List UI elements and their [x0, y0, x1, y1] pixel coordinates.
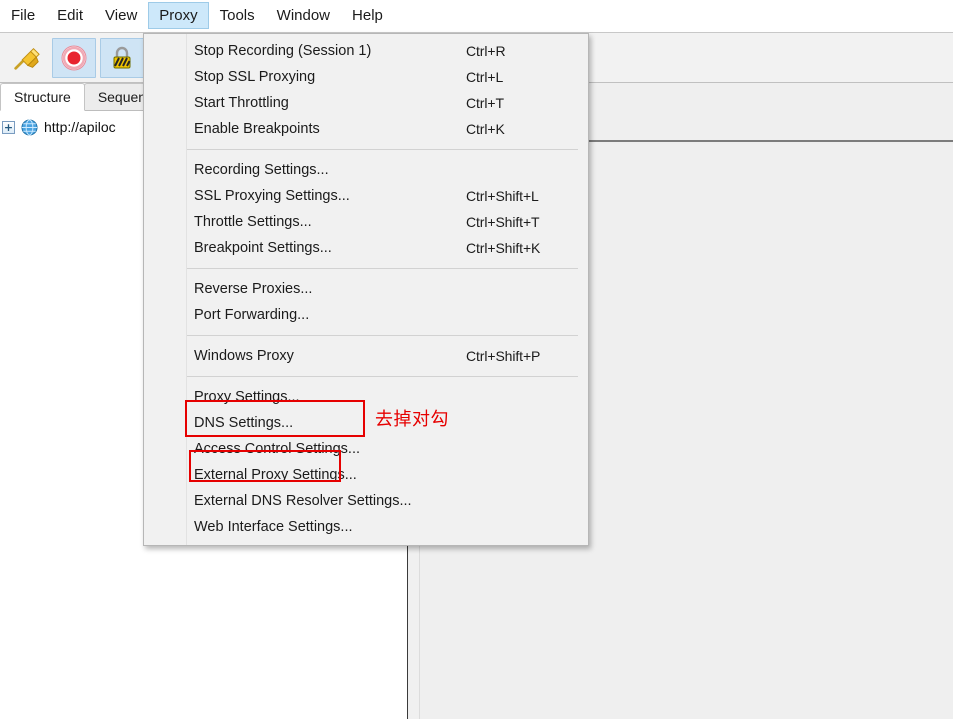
menubar-item-help[interactable]: Help: [341, 2, 394, 29]
menubar-item-label: Edit: [57, 7, 84, 24]
menubar-item-view[interactable]: View: [94, 2, 148, 29]
globe-icon: [21, 118, 38, 136]
menu-enable-breakpoints[interactable]: Enable Breakpoints Ctrl+K: [144, 116, 588, 142]
menu-external-dns-resolver-settings[interactable]: External DNS Resolver Settings...: [144, 488, 588, 514]
menu-recording-settings[interactable]: Recording Settings...: [144, 157, 588, 183]
menu-throttle-settings[interactable]: Throttle Settings... Ctrl+Shift+T: [144, 209, 588, 235]
menu-item-label: Stop SSL Proxying: [194, 69, 316, 85]
menubar-item-label: View: [105, 7, 138, 24]
menu-stop-ssl-proxying[interactable]: Stop SSL Proxying Ctrl+L: [144, 64, 588, 90]
menu-item-label: Enable Breakpoints: [194, 121, 320, 137]
record-button[interactable]: [52, 37, 96, 78]
menu-item-label: Reverse Proxies...: [194, 281, 313, 297]
clear-session-button[interactable]: [4, 38, 48, 78]
menubar-item-label: Help: [352, 7, 383, 24]
menubar-item-edit[interactable]: Edit: [46, 2, 94, 29]
menu-web-interface-settings[interactable]: Web Interface Settings...: [144, 514, 588, 540]
menu-windows-proxy[interactable]: Windows Proxy Ctrl+Shift+P: [144, 343, 588, 369]
menu-item-label: Windows Proxy: [194, 348, 294, 364]
menu-item-accelerator: Ctrl+Shift+P: [466, 348, 541, 364]
menu-reverse-proxies[interactable]: Reverse Proxies...: [144, 276, 588, 302]
menu-item-accelerator: Ctrl+R: [466, 43, 506, 59]
tab-label: Structure: [14, 89, 71, 105]
menubar-item-file[interactable]: File: [0, 2, 46, 29]
menu-port-forwarding[interactable]: Port Forwarding...: [144, 302, 588, 328]
menu-separator: [187, 376, 578, 377]
menu-item-accelerator: Ctrl+L: [466, 69, 504, 85]
tab-label: Sequen: [97, 89, 147, 105]
menu-item-label: Proxy Settings...: [194, 389, 300, 405]
menu-item-label: External DNS Resolver Settings...: [194, 493, 412, 509]
menu-external-proxy-settings[interactable]: External Proxy Settings...: [144, 462, 588, 488]
menu-separator: [187, 335, 578, 336]
tab-structure[interactable]: Structure: [0, 83, 85, 111]
menu-item-label: Web Interface Settings...: [194, 519, 353, 535]
menu-access-control-settings[interactable]: Access Control Settings...: [144, 436, 588, 462]
menu-item-label: SSL Proxying Settings...: [194, 188, 350, 204]
menu-dns-settings[interactable]: DNS Settings...: [144, 410, 588, 436]
menu-item-accelerator: Ctrl+K: [466, 121, 505, 137]
menu-breakpoint-settings[interactable]: Breakpoint Settings... Ctrl+Shift+K: [144, 235, 588, 261]
annotation-note-text: 去掉对勾: [375, 409, 449, 430]
menu-separator: [187, 268, 578, 269]
menu-stop-recording[interactable]: Stop Recording (Session 1) Ctrl+R: [144, 38, 588, 64]
menu-item-accelerator: Ctrl+Shift+K: [466, 240, 541, 256]
menu-item-label: Stop Recording (Session 1): [194, 43, 372, 59]
menubar-item-tools[interactable]: Tools: [209, 2, 266, 29]
menubar-item-label: Tools: [219, 7, 255, 24]
menu-start-throttling[interactable]: Start Throttling Ctrl+T: [144, 90, 588, 116]
ssl-proxying-button[interactable]: [100, 37, 144, 78]
menubar-item-label: Proxy: [159, 7, 198, 24]
menu-proxy-settings[interactable]: Proxy Settings...: [144, 384, 588, 410]
menu-item-accelerator: Ctrl+Shift+L: [466, 188, 539, 204]
proxy-dropdown-menu: Stop Recording (Session 1) Ctrl+R Stop S…: [143, 33, 589, 546]
menu-item-accelerator: Ctrl+Shift+T: [466, 214, 540, 230]
app-window: File Edit View Proxy Tools Window Help S…: [0, 0, 953, 719]
menu-item-label: Throttle Settings...: [194, 214, 312, 230]
menu-item-label: DNS Settings...: [194, 415, 294, 431]
expand-toggle-icon[interactable]: +: [2, 120, 15, 134]
menu-ssl-proxying-settings[interactable]: SSL Proxying Settings... Ctrl+Shift+L: [144, 183, 588, 209]
menu-item-label: External Proxy Settings...: [194, 467, 357, 483]
menu-item-accelerator: Ctrl+T: [466, 95, 504, 111]
lock-icon: [113, 46, 131, 68]
menu-separator: [187, 149, 578, 150]
menu-item-label: Start Throttling: [194, 95, 289, 111]
menu-item-label: Port Forwarding...: [194, 307, 310, 323]
menubar-item-proxy[interactable]: Proxy: [148, 2, 209, 29]
menu-item-label: Recording Settings...: [194, 162, 329, 178]
menu-item-label: Access Control Settings...: [194, 441, 361, 457]
menu-item-label: Breakpoint Settings...: [194, 240, 332, 256]
menubar-item-window[interactable]: Window: [266, 2, 341, 29]
record-icon: [61, 45, 87, 70]
menubar: File Edit View Proxy Tools Window Help: [0, 0, 953, 33]
menubar-item-label: Window: [276, 7, 331, 24]
broom-icon: [14, 47, 40, 70]
tree-item-label: http://apiloc: [44, 119, 116, 135]
menubar-item-label: File: [11, 7, 36, 24]
